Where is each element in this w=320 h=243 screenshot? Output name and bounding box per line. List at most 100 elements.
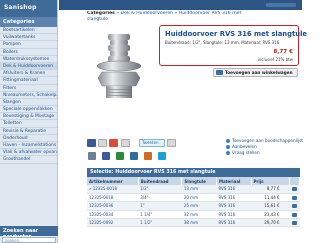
table-row[interactable]: 12325-0036 1" 25 mm RVS 316 15,61 € [87,201,300,211]
row-thread: 1/2" [138,185,182,194]
row-thread: 3/4" [138,193,182,203]
share-icons [88,152,228,161]
row-thread: 1 1/2" [138,218,182,228]
row-cart-cell[interactable] [289,218,300,228]
row-tule: 38 mm [181,218,217,228]
col-cart [289,177,300,185]
table-row[interactable]: 12325-0018 3/4" 20 mm RVS 316 11,44 € [87,193,300,203]
sidebar-item-afsluiters[interactable]: Afsluiters & Kranen [0,70,57,78]
sidebar-item-filters[interactable]: Filters [0,85,57,92]
sidebar-item-bevestiging[interactable]: Bevestiging & Montage [0,113,57,121]
top-nav-links[interactable] [266,3,296,7]
row-material: RVS 316 [216,201,251,211]
breadcrumb-root[interactable]: Categories [87,11,115,16]
facebook-like-icon[interactable] [87,139,96,147]
sidebar-item-vlak-afvalwater[interactable]: Vlak & afvalwater opvanginstallaties [0,149,57,157]
sidebar-item-bootsartikelen[interactable]: Bootsartikelen [0,27,57,35]
sidebar-item-revisie[interactable]: Revisie & Reparatie [0,128,57,135]
sidebar-item-groothandel[interactable]: Groothandel [0,156,57,164]
sidebar-item-vuilwatertanks[interactable]: Vuilwatertanks [0,34,57,42]
row-price: 23,43 € [251,210,290,220]
row-material: RVS 316 [216,185,251,194]
sidebar-item-waterdruk[interactable]: Waterdrukssystemen [0,56,57,63]
sidebar-item-fitting[interactable]: Fittingmateriaal [0,77,57,85]
recommend-icon [226,145,230,149]
row-tule: 13 mm [181,185,217,194]
col-material[interactable]: Materiaal [216,177,252,185]
sidebar-item-pompen[interactable]: Pompen [0,41,57,49]
sidebar-item-boilers[interactable]: Boilers [0,49,57,56]
row-sku[interactable]: 12325-0034 [87,210,139,220]
row-cart-cell[interactable] [289,193,300,203]
ask-question-link[interactable]: Vraag stellen [226,150,301,156]
cart-icon[interactable] [291,196,297,201]
print-icon[interactable] [116,152,124,160]
add-to-list-label: Toevoegen aan boodschappenlijst [232,138,303,143]
google-plus-icon[interactable] [109,139,118,147]
row-thread: 1 1/4" [138,210,182,220]
sidebar-item-haven[interactable]: Haven - Inzamelstations [0,142,57,150]
col-thread[interactable]: Buitendraad [138,177,183,185]
cart-icon[interactable] [291,221,297,226]
col-price[interactable]: Prijs [251,177,291,185]
row-sku[interactable]: 12325-0018 [87,193,139,203]
categories-heading: Categories [0,17,57,27]
row-price: 8,77 € [251,185,290,194]
add-to-cart-button[interactable]: Toevoegen aan winkelwagen [213,68,298,77]
sidebar: Sanishop Categories Bootsartikelen Vuilw… [0,0,58,243]
row-cart-cell[interactable] [289,185,300,194]
sidebar-item-niveaumeters[interactable]: Niveaumeters, Schakelpanelen & Vuiltersc… [0,92,57,99]
cart-icon[interactable] [291,204,297,209]
product-image[interactable] [88,30,156,102]
table-row[interactable]: 12325-0092 1 1/2" 38 mm RVS 316 29,70 € [87,218,300,228]
sidebar-item-onderhoud[interactable]: Onderhoud [0,135,57,142]
row-sku[interactable]: 12325-0036 [87,201,139,211]
cart-icon [216,70,223,75]
row-material: RVS 316 [216,193,251,203]
breadcrumb-level-1[interactable]: Dek & Huiddoorvoeren [121,11,173,16]
search-input[interactable]: zoeken... [2,237,56,243]
sidebar-item-toiletten[interactable]: Toiletten [0,120,57,128]
sidebar-item-slangen[interactable]: Slangen [0,99,57,107]
ask-question-label: Vraag stellen [232,150,260,155]
table-row[interactable]: » 12325-0018 1/2" 13 mm RVS 316 8,77 € [87,185,300,194]
email-icon[interactable] [88,152,96,160]
col-sku[interactable]: Artikelnummer [87,177,139,185]
product-actions: Toevoegen aan boodschappenlijst Aanbevel… [226,138,303,156]
breadcrumb-level-3[interactable]: slangtule [87,17,297,22]
product-info-box: Huiddoorvoer RVS 316 met slangtule Buite… [159,25,307,66]
product-title: Huiddoorvoer RVS 316 met slangtule [165,30,308,38]
category-list: Bootsartikelen Vuilwatertanks Pompen Boi… [0,27,57,164]
col-tule[interactable]: Slangtule [181,177,217,185]
product-specs: Buitendraad: 1/2", Slangtule: 13 mm, Mat… [165,40,280,45]
selection-heading: Selectie: Huiddoorvoer RVS 316 met slang… [87,168,300,177]
brand-logo[interactable]: Sanishop [0,0,57,17]
cart-icon[interactable] [291,187,297,192]
row-sku[interactable]: » 12325-0018 [87,185,139,194]
sidebar-item-speciale[interactable]: Speciale oppervlakken [0,106,57,114]
cart-icon[interactable] [291,212,297,217]
plus-counter-icon [121,139,130,147]
row-thread: 1" [138,201,182,211]
sidebar-item-dek-huiddoorvoeren[interactable]: Dek & Huiddoorvoeren [0,62,57,71]
social-buttons: Tweeten [87,139,217,148]
row-price: 29,70 € [251,218,290,228]
row-cart-cell[interactable] [289,201,300,211]
twitter-icon[interactable] [158,152,166,160]
breadcrumb-level-2[interactable]: Huiddoorvoer RVS 316 met [179,11,241,16]
facebook-icon[interactable] [102,152,110,160]
bookmark-icon[interactable] [130,152,138,160]
table-row[interactable]: 12325-0034 1 1/4" 32 mm RVS 316 23,43 € [87,210,300,220]
tweet-counter-icon [167,139,176,147]
row-sku[interactable]: 12325-0092 [87,218,139,228]
add-to-cart-label: Toevoegen aan winkelwagen [225,70,293,75]
row-price: 15,61 € [251,201,290,211]
breadcrumb: Categories » Dek & Huiddoorvoeren » Huid… [87,11,299,16]
row-tule: 32 mm [181,210,217,220]
row-material: RVS 316 [216,210,251,220]
row-material: RVS 316 [216,218,251,228]
row-cart-cell[interactable] [289,210,300,220]
selection-table: Artikelnummer Buitendraad Slangtule Mate… [87,177,300,228]
tweet-button[interactable]: Tweeten [139,139,165,147]
rss-icon[interactable] [144,152,152,160]
